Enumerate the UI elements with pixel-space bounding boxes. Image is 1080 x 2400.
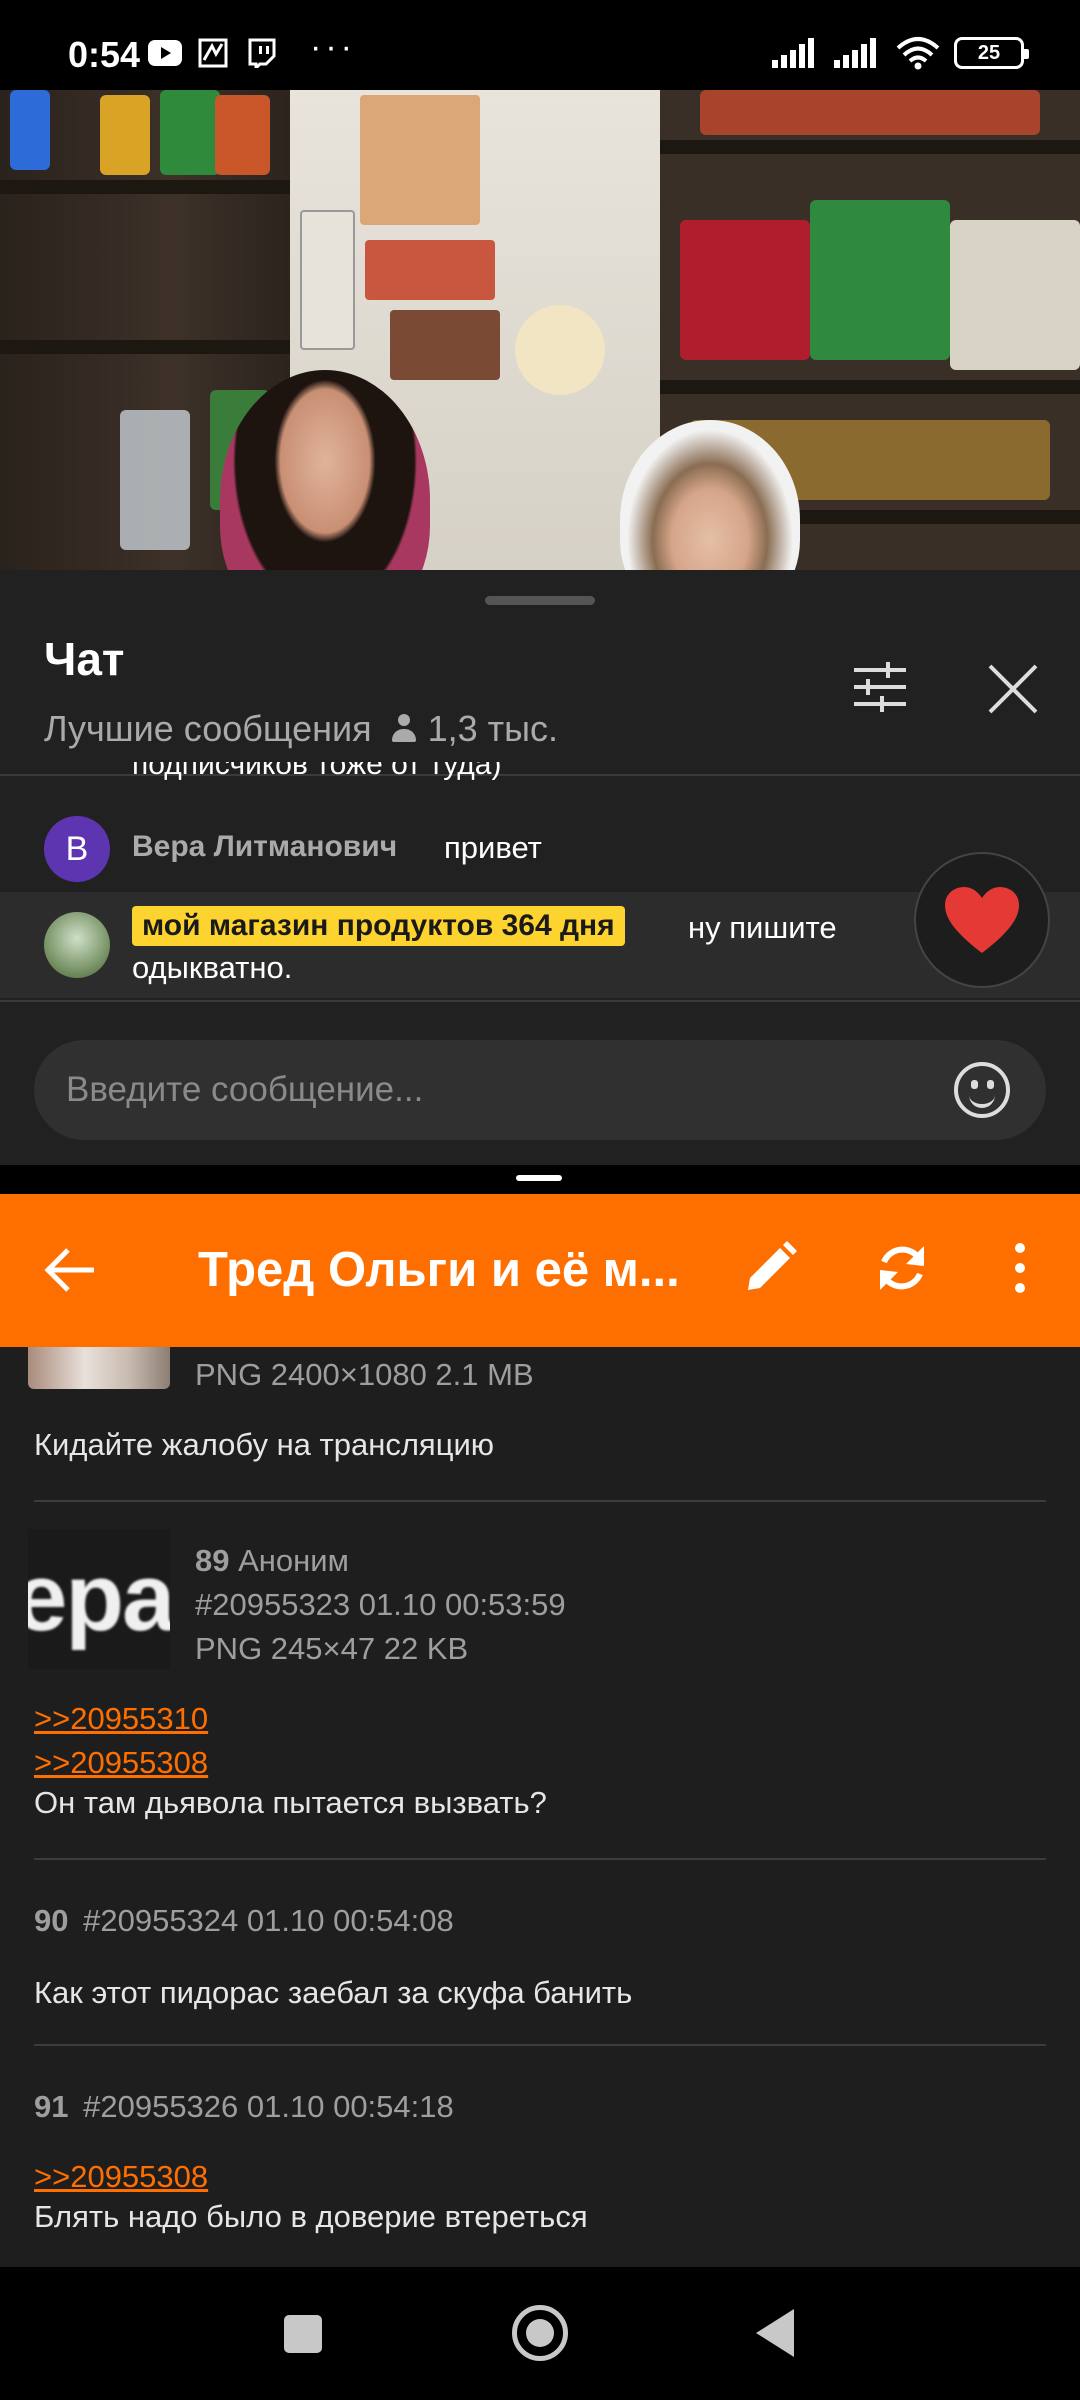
recents-button[interactable] [284,2315,322,2353]
shelf-board [660,380,1080,394]
split-handle-bar[interactable] [516,1175,562,1181]
chat-title: Чат [44,633,125,685]
top-jars [700,90,1040,135]
post-header: 90 #20955324 01.10 00:54:08 [34,1903,454,1939]
person-icon [390,714,418,744]
post-separator [34,2044,1046,2046]
poster [390,310,500,380]
member-badge: мой магазин продуктов 364 дня [132,906,625,946]
system-nav-bar [0,2267,1080,2400]
poster [515,305,605,395]
post-file-info: PNG 2400×1080 2.1 MB [195,1357,534,1392]
post-text: Он там дьявола пытается вызвать? [34,1785,547,1820]
post-id-date[interactable]: #20955326 01.10 00:54:18 [83,2089,454,2124]
shelf-board [0,180,290,194]
divider [0,1000,1080,1002]
shelf-board [660,140,1080,154]
post-text: Как этот пидорас заебал за скуфа банить [34,1975,633,2010]
product-pack [100,95,150,175]
signal-icon-2 [834,38,876,68]
live-chat-panel: Чат Лучшие сообщения 1,3 тыс. подписчико… [0,570,1080,1165]
green-packs [810,200,950,360]
red-packs [680,220,810,360]
avatar[interactable] [44,912,110,978]
post-number[interactable]: 90 [34,1903,68,1938]
post-text: Кидайте жалобу на трансляцию [34,1427,495,1462]
thread-title: Тред Ольги и её м... [198,1243,680,1297]
poster [365,240,495,300]
status-time: 0:54 [68,34,141,75]
chat-message-partial: подписчиков тоже от туда) [132,762,501,788]
chat-mode-row[interactable]: Лучшие сообщения 1,3 тыс. [44,708,558,750]
post-separator [34,1858,1046,1860]
viewer-count: 1,3 тыс. [390,708,558,750]
thread-post-list: PNG 2400×1080 2.1 MB Кидайте жалобу на т… [0,1347,1080,2267]
more-vert-icon[interactable] [1000,1238,1040,1298]
calendar [300,210,355,350]
twitch-icon [248,38,276,68]
post-number[interactable]: 89 [195,1543,229,1578]
viewer-count-value: 1,3 тыс. [427,708,559,749]
status-bar: 0:54 ··· 25 [0,0,1080,90]
back-arrow-icon[interactable] [40,1240,100,1300]
app-notification-icon [198,38,228,68]
avatar[interactable]: В [44,816,110,882]
post-file-info: PNG 245×47 22 KB [195,1631,469,1666]
post-text: Блять надо было в доверие втереться [34,2199,588,2234]
chat-message-text-continued: одыкватно. [132,950,293,985]
chat-input-container[interactable] [34,1040,1046,1140]
split-screen-handle[interactable] [0,1165,1080,1194]
post-image-thumbnail[interactable] [28,1347,170,1389]
thumbnail-text: epa [28,1544,170,1651]
pencil-icon[interactable] [740,1238,800,1298]
signal-icon [772,38,814,68]
post-number[interactable]: 91 [34,2089,68,2124]
shelf-board [0,340,290,354]
battery-level: 25 [977,41,1001,64]
youtube-icon [148,40,182,66]
chat-mode-label[interactable]: Лучшие сообщения [44,708,372,750]
reply-link[interactable]: >>20955310 [34,1701,208,1737]
product-pack [10,90,50,170]
post-image-thumbnail[interactable]: epa [28,1529,170,1669]
reply-link[interactable]: >>20955308 [34,2159,208,2195]
battery-icon: 25 [954,37,1029,69]
post-header: 89 Аноним [195,1543,349,1579]
chat-drag-handle[interactable] [485,596,595,605]
home-button[interactable] [512,2305,568,2361]
chat-author: Вера Литманович [132,830,398,863]
white-packs [950,220,1080,370]
more-notifications-dots: ··· [310,28,356,66]
post-header: 91 #20955326 01.10 00:54:18 [34,2089,454,2125]
heart-reaction-button[interactable] [914,852,1050,988]
chat-message-text: подписчиков тоже от туда) [132,762,502,781]
chat-message-text: ну пишите [688,910,837,945]
stream-video[interactable] [0,90,1080,570]
post-author: Аноним [238,1543,349,1578]
back-button[interactable] [756,2309,794,2357]
wifi-icon [896,37,940,70]
post-separator [34,1500,1046,1502]
post-id-date[interactable]: #20955323 01.10 00:53:59 [195,1587,566,1623]
chat-message-text: привет [444,830,542,865]
product-pack [160,90,220,175]
post-id-date[interactable]: #20955324 01.10 00:54:08 [83,1903,454,1938]
filter-settings-icon[interactable] [852,662,908,712]
glass-jar [120,410,190,550]
reply-link[interactable]: >>20955308 [34,1745,208,1781]
chat-message-input[interactable] [66,1060,946,1120]
poster [360,95,480,225]
close-icon[interactable] [986,662,1040,716]
emoji-icon[interactable] [954,1062,1010,1118]
thread-app-bar: Тред Ольги и её м... [0,1194,1080,1347]
product-pack [215,95,270,175]
refresh-icon[interactable] [872,1238,932,1298]
heart-icon [945,887,1019,953]
chat-message[interactable]: В Вера Литманович привет [0,816,1080,882]
